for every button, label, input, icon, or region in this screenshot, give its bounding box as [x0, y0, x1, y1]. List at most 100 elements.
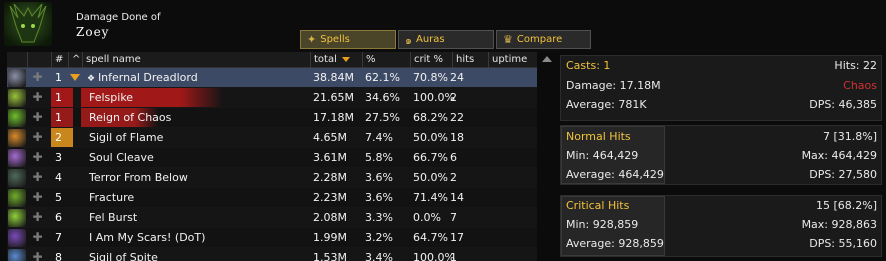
percent-value: 3.6% — [365, 171, 393, 184]
percent-value: 3.2% — [365, 231, 393, 244]
filter-icon[interactable]: ✚ — [31, 191, 44, 204]
sigil-of-spite-icon — [8, 249, 26, 261]
crit-value: 68.2% — [413, 111, 448, 124]
rank-number: 5 — [55, 191, 62, 204]
spell-name: Terror From Below — [89, 168, 188, 187]
spell-name-text: Sigil of Spite — [89, 251, 158, 261]
rank-number: 1 — [55, 91, 62, 104]
column-spell-name[interactable]: spell name — [82, 52, 310, 68]
expand-arrow-icon[interactable] — [70, 74, 80, 81]
total-value: 3.61M — [313, 151, 347, 164]
table-row[interactable]: ✚ 2 Sigil of Flame 4.65M 7.4% 50.0% 18 — [7, 128, 537, 148]
crown-icon: ♛ — [503, 33, 513, 46]
column-icon — [7, 52, 25, 68]
total-value: 17.18M — [313, 111, 354, 124]
normal-average: Average: 464,429 — [566, 168, 664, 181]
critical-min: Min: 928,859 — [566, 218, 639, 231]
spell-name-text: Terror From Below — [89, 171, 188, 184]
column-uptime[interactable]: uptime — [488, 52, 537, 68]
table-header: # ^ spell name total % crit % hits uptim… — [7, 52, 537, 68]
crit-value: 66.7% — [413, 151, 448, 164]
critical-average: Average: 928,859 — [566, 237, 664, 250]
table-scrollbar[interactable] — [540, 52, 556, 261]
reign-of-chaos-icon — [8, 109, 26, 127]
filter-icon[interactable]: ✚ — [31, 111, 44, 124]
hits-value: 1 — [450, 251, 457, 261]
soul-cleave-icon — [8, 149, 26, 167]
table-row[interactable]: ✚ 5 Fracture 2.23M 3.6% 71.4% 14 — [7, 188, 537, 208]
spell-name: Reign of Chaos — [89, 108, 171, 127]
pet-icon: ❖ — [87, 74, 98, 84]
spell-name-text: Fel Burst — [89, 211, 138, 224]
fel-burst-icon — [8, 209, 26, 227]
table-row[interactable]: ✚ 6 Fel Burst 2.08M 3.3% 0.0% 7 — [7, 208, 537, 228]
spell-name-text: Felspike — [89, 91, 134, 104]
hits-value: 18 — [450, 131, 464, 144]
tab-spells[interactable]: ✦ Spells — [300, 30, 396, 49]
table-body: ✚ 1 ❖ Infernal Dreadlord 38.84M 62.1% 70.8% 24… — [7, 68, 537, 261]
percent-value: 7.4% — [365, 131, 393, 144]
spell-name: Sigil of Spite — [89, 248, 158, 261]
total-value: 2.23M — [313, 191, 347, 204]
filter-icon[interactable]: ✚ — [31, 211, 44, 224]
table-row[interactable]: ✚ 7 I Am My Scars! (DoT) 1.99M 3.2% 64.7% 17 — [7, 228, 537, 248]
normal-max: Max: 464,429 — [801, 149, 877, 162]
rank-number: 1 — [55, 111, 62, 124]
scroll-up-icon[interactable] — [542, 56, 552, 62]
dps-value: DPS: 46,385 — [809, 98, 877, 111]
critical-hits-count: 15 [68.2%] — [815, 199, 877, 212]
normal-min: Min: 464,429 — [566, 149, 639, 162]
spell-name-text: Sigil of Flame — [89, 131, 164, 144]
spell-name: Sigil of Flame — [89, 128, 163, 147]
column-pet-toggle[interactable]: ^ — [68, 52, 82, 68]
player-name: Zoey — [76, 25, 110, 39]
total-value: 4.65M — [313, 131, 347, 144]
percent-value: 27.5% — [365, 111, 400, 124]
dreadlord-icon — [8, 69, 26, 87]
hits-value: 17 — [450, 231, 464, 244]
spell-name: I Am My Scars! (DoT) — [89, 228, 205, 247]
filter-icon[interactable]: ✚ — [31, 231, 44, 244]
total-value: 2.28M — [313, 171, 347, 184]
filter-icon[interactable]: ✚ — [31, 171, 44, 184]
rank-number: 4 — [55, 171, 62, 184]
hits-value: 7 — [450, 211, 457, 224]
column-rank[interactable]: # — [51, 52, 68, 68]
swirl-icon: ๑ — [405, 33, 412, 47]
rank-number: 1 — [55, 71, 62, 84]
spell-name-text: Infernal Dreadlord — [97, 71, 198, 84]
table-row[interactable]: ✚ 4 Terror From Below 2.28M 3.6% 50.0% 2 — [7, 168, 537, 188]
column-crit[interactable]: crit % — [410, 52, 452, 68]
window-title: Damage Done of — [76, 12, 161, 23]
table-row[interactable]: ✚ 3 Soul Cleave 3.61M 5.8% 66.7% 6 — [7, 148, 537, 168]
column-percent[interactable]: % — [362, 52, 410, 68]
tab-compare[interactable]: ♛ Compare — [496, 30, 591, 49]
filter-icon[interactable]: ✚ — [31, 91, 44, 104]
hits-value: 14 — [450, 191, 464, 204]
normal-dps: DPS: 27,580 — [809, 168, 877, 181]
tab-auras[interactable]: ๑ Auras — [398, 30, 494, 49]
table-row[interactable]: ✚ 1 ❖ Infernal Dreadlord 38.84M 62.1% 70.8% 24 — [7, 68, 537, 88]
spell-name: Fracture — [89, 188, 134, 207]
column-total[interactable]: total — [310, 52, 362, 68]
crit-value: 50.0% — [413, 131, 448, 144]
filter-icon[interactable]: ✚ — [31, 71, 44, 84]
column-hits[interactable]: hits — [452, 52, 488, 68]
spell-name: Felspike — [89, 88, 133, 107]
crit-value: 70.8% — [413, 71, 448, 84]
fracture-icon — [8, 189, 26, 207]
filter-icon[interactable]: ✚ — [31, 131, 44, 144]
percent-value: 34.6% — [365, 91, 400, 104]
table-row[interactable]: ✚ 1 Reign of Chaos 17.18M 27.5% 68.2% 22 — [7, 108, 537, 128]
table-row[interactable]: ✚ 1 Felspike 21.65M 34.6% 100.0% 2 — [7, 88, 537, 108]
filter-icon[interactable]: ✚ — [31, 151, 44, 164]
school-value: Chaos — [843, 79, 877, 92]
average-value: Average: 781K — [566, 98, 647, 111]
spell-table: # ^ spell name total % crit % hits uptim… — [7, 52, 537, 261]
table-row[interactable]: ✚ 8 Sigil of Spite 1.53M 3.4% 100.0% 1 — [7, 248, 537, 261]
column-filter — [27, 52, 49, 68]
filter-icon[interactable]: ✚ — [31, 251, 44, 261]
total-value: 38.84M — [313, 71, 354, 84]
normal-hits-panel: Normal Hits 7 [31.8%] Min: 464,429 Max: … — [560, 125, 882, 185]
casts-label: Casts: 1 — [566, 59, 611, 72]
